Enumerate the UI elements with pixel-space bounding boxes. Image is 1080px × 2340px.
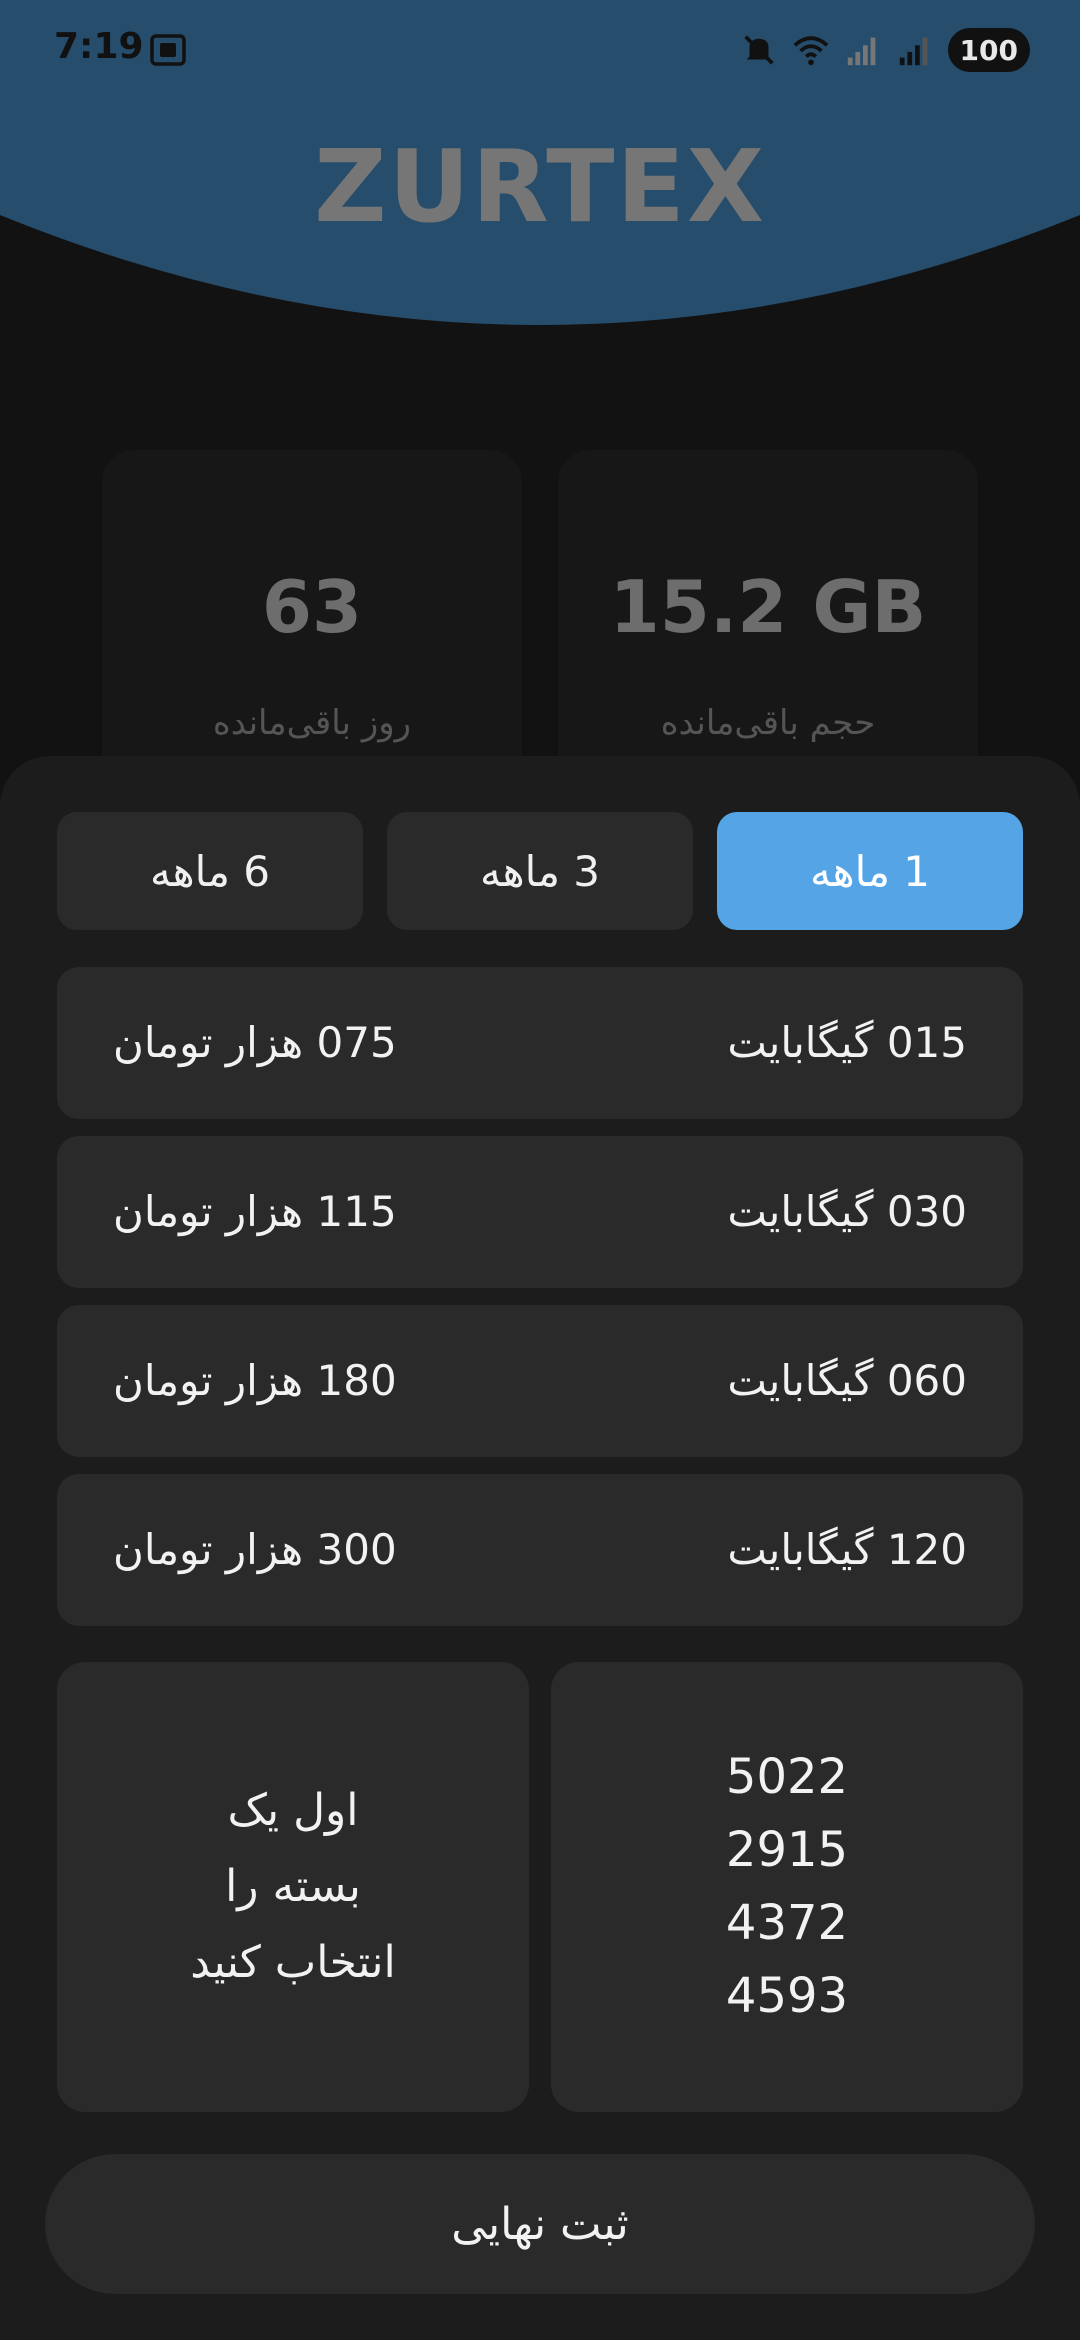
plan-price: 115 هزار تومان: [113, 1187, 397, 1236]
plan-volume: 120 گیگابایت: [727, 1525, 967, 1574]
card-number-group: 2915: [725, 1822, 849, 1878]
plan-volume: 060 گیگابایت: [727, 1356, 967, 1405]
volume-remaining-label: حجم باقی‌مانده: [660, 703, 876, 743]
plan-row[interactable]: 030 گیگابایت 115 هزار تومان: [57, 1136, 1023, 1288]
volume-remaining-value: 15.2 GB: [609, 565, 927, 649]
plan-price: 180 هزار تومان: [113, 1356, 397, 1405]
plan-volume: 015 گیگابایت: [727, 1018, 967, 1067]
battery-indicator: 100: [947, 28, 1030, 72]
screen: 7:19: [0, 0, 1080, 2340]
selection-hint-line: انتخاب کنید: [190, 1937, 396, 1988]
status-time: 7:19: [54, 26, 144, 67]
card-number: 5022 2915 4372 4593: [726, 1741, 848, 2033]
selection-hint-box: اول یک بسته را انتخاب کنید: [57, 1662, 529, 2112]
card-number-group: 4372: [725, 1895, 849, 1951]
selection-hint-line: اول یک: [227, 1785, 359, 1836]
plan-volume: 030 گیگابایت: [727, 1187, 967, 1236]
card-number-group: 4593: [725, 1968, 849, 2024]
screenshot-icon: [150, 34, 186, 66]
status-bar: 7:19 100: [0, 0, 1080, 100]
days-remaining-value: 63: [261, 565, 363, 649]
status-icons: 100: [740, 26, 1030, 74]
tab-6-months[interactable]: 6 ماهه: [57, 812, 363, 930]
plan-price: 300 هزار تومان: [113, 1525, 397, 1574]
tab-3-months[interactable]: 3 ماهه: [387, 812, 693, 930]
tab-1-month[interactable]: 1 ماهه: [717, 812, 1023, 930]
submit-button[interactable]: ثبت نهایی: [45, 2154, 1035, 2294]
selection-hint-line: بسته را: [225, 1861, 361, 1912]
brand-title: ZURTEX: [314, 128, 766, 245]
plan-row[interactable]: 120 گیگابایت 300 هزار تومان: [57, 1474, 1023, 1626]
wifi-icon: [793, 36, 828, 66]
plan-row[interactable]: 060 گیگابایت 180 هزار تومان: [57, 1305, 1023, 1457]
selection-hint-text: اول یک بسته را انتخاب کنید: [190, 1773, 396, 2001]
plan-price: 075 هزار تومان: [113, 1018, 397, 1067]
mute-icon: [743, 35, 774, 65]
days-remaining-label: روز باقی‌مانده: [212, 703, 412, 743]
signal-icon: [899, 37, 927, 66]
plan-row[interactable]: 015 گیگابایت 075 هزار تومان: [57, 967, 1023, 1119]
plan-selection-sheet: 6 ماهه 3 ماهه 1 ماهه 015 گیگابایت 075 هز…: [0, 756, 1080, 2340]
card-number-group: 5022: [725, 1749, 849, 1805]
signal-icon: [847, 37, 875, 66]
card-number-box[interactable]: 5022 2915 4372 4593: [551, 1662, 1023, 2112]
